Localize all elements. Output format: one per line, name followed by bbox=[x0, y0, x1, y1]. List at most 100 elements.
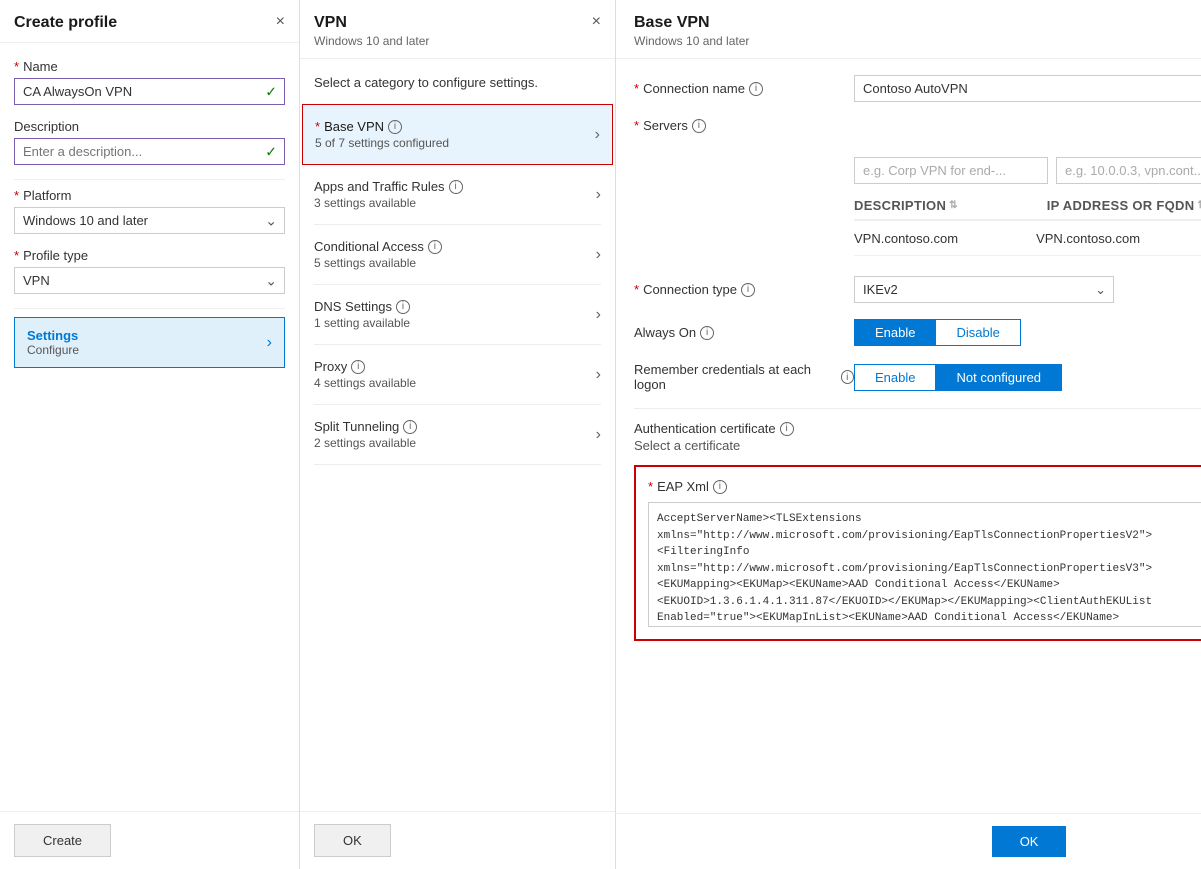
apps-traffic-info-icon[interactable]: i bbox=[449, 180, 463, 194]
connection-type-info-icon[interactable]: i bbox=[741, 283, 755, 297]
ip-fqdn-col-header: IP address or FQDN ⇅ bbox=[1047, 198, 1201, 213]
right-ok-button[interactable]: OK bbox=[992, 826, 1067, 857]
dns-settings-info-icon[interactable]: i bbox=[396, 300, 410, 314]
settings-item[interactable]: Settings Configure › bbox=[14, 317, 285, 368]
left-panel-title: Create profile bbox=[14, 14, 117, 32]
servers-row: * Servers i Import Export True False bbox=[634, 118, 1201, 256]
description-group: Description ✓ bbox=[14, 119, 285, 165]
dns-settings-chevron-icon: › bbox=[596, 306, 601, 324]
split-tunneling-chevron-icon: › bbox=[596, 426, 601, 444]
always-on-info-icon[interactable]: i bbox=[700, 326, 714, 340]
left-panel-footer: Create bbox=[0, 811, 299, 869]
profile-type-select[interactable]: VPN bbox=[14, 267, 285, 294]
base-vpn-chevron-icon: › bbox=[595, 126, 600, 144]
left-panel-body: * Name ✓ Description ✓ * Platform bbox=[0, 43, 299, 811]
split-tunneling-info-icon[interactable]: i bbox=[403, 420, 417, 434]
auth-cert-row: Authentication certificate i Select a ce… bbox=[634, 408, 1201, 465]
connection-name-info-icon[interactable]: i bbox=[749, 82, 763, 96]
mid-panel-close[interactable]: × bbox=[592, 14, 601, 30]
eap-xml-input[interactable]: AcceptServerName><TLSExtensions xmlns="h… bbox=[649, 503, 1201, 623]
remember-creds-label: Remember credentials at each logon i bbox=[634, 362, 854, 392]
divider-2 bbox=[14, 308, 285, 309]
profile-type-select-wrapper: VPN bbox=[14, 267, 285, 294]
left-panel-close[interactable]: × bbox=[276, 14, 285, 30]
servers-table-header: Description ⇅ IP address or FQDN ⇅ Defau… bbox=[854, 192, 1201, 221]
always-on-label: Always On i bbox=[634, 325, 854, 340]
always-on-toggle-group: Enable Disable bbox=[854, 319, 1021, 346]
servers-info-icon[interactable]: i bbox=[692, 119, 706, 133]
remember-creds-toggle-group: Enable Not configured bbox=[854, 364, 1062, 391]
right-panel-footer: OK bbox=[616, 813, 1201, 869]
settings-chevron-icon: › bbox=[267, 334, 272, 352]
connection-type-label: * Connection type i bbox=[634, 282, 854, 297]
description-input-wrapper: ✓ bbox=[14, 138, 285, 165]
platform-group: * Platform Windows 10 and later bbox=[14, 188, 285, 234]
auth-cert-info-icon[interactable]: i bbox=[780, 422, 794, 436]
category-item-split-tunneling[interactable]: Split Tunneling i 2 settings available › bbox=[314, 405, 601, 465]
platform-label: * Platform bbox=[14, 188, 285, 203]
proxy-chevron-icon: › bbox=[596, 366, 601, 384]
profile-type-group: * Profile type VPN bbox=[14, 248, 285, 294]
profile-type-label: * Profile type bbox=[14, 248, 285, 263]
connection-name-row: * Connection name i bbox=[634, 75, 1201, 102]
name-input[interactable] bbox=[14, 78, 285, 105]
base-vpn-panel: Base VPN Windows 10 and later ⬜ × * Conn… bbox=[616, 0, 1201, 869]
divider-1 bbox=[14, 179, 285, 180]
table-row: VPN.contoso.com VPN.contoso.com true ··· bbox=[854, 221, 1201, 256]
category-intro: Select a category to configure settings. bbox=[314, 75, 601, 90]
servers-actions: Import Export bbox=[854, 118, 1201, 147]
remember-enable-button[interactable]: Enable bbox=[854, 364, 935, 391]
remember-creds-info-icon[interactable]: i bbox=[841, 370, 854, 384]
always-on-row: Always On i Enable Disable bbox=[634, 319, 1201, 346]
name-check-icon: ✓ bbox=[265, 83, 277, 100]
connection-name-label: * Connection name i bbox=[634, 81, 854, 96]
right-panel-body: * Connection name i * Servers i Import E… bbox=[616, 59, 1201, 813]
servers-label: * Servers i bbox=[634, 118, 854, 133]
always-on-disable-button[interactable]: Disable bbox=[935, 319, 1020, 346]
description-input[interactable] bbox=[854, 157, 1048, 184]
base-vpn-info-icon[interactable]: i bbox=[388, 120, 402, 134]
mid-panel-footer: OK bbox=[300, 811, 615, 869]
remember-not-configured-button[interactable]: Not configured bbox=[935, 364, 1062, 391]
description-sort-icon[interactable]: ⇅ bbox=[949, 200, 958, 211]
ip-fqdn-input[interactable] bbox=[1056, 157, 1201, 184]
right-panel-header: Base VPN Windows 10 and later ⬜ × bbox=[616, 0, 1201, 59]
conditional-access-chevron-icon: › bbox=[596, 246, 601, 264]
platform-select[interactable]: Windows 10 and later bbox=[14, 207, 285, 234]
eap-xml-info-icon[interactable]: i bbox=[713, 480, 727, 494]
server-input-row: True False Add bbox=[854, 157, 1201, 184]
left-panel-header: Create profile × bbox=[0, 0, 299, 43]
vpn-panel: VPN Windows 10 and later × Select a cate… bbox=[300, 0, 616, 869]
eap-xml-label: * EAP Xml i bbox=[648, 479, 1201, 494]
always-on-enable-button[interactable]: Enable bbox=[854, 319, 935, 346]
auth-cert-value: Select a certificate bbox=[634, 438, 794, 453]
platform-select-wrapper: Windows 10 and later bbox=[14, 207, 285, 234]
remember-creds-row: Remember credentials at each logon i Ena… bbox=[634, 362, 1201, 392]
connection-type-row: * Connection type i IKEv2 bbox=[634, 276, 1201, 303]
category-item-proxy[interactable]: Proxy i 4 settings available › bbox=[314, 345, 601, 405]
name-group: * Name ✓ bbox=[14, 59, 285, 105]
auth-cert-label: Authentication certificate i bbox=[634, 421, 794, 436]
category-item-dns-settings[interactable]: DNS Settings i 1 setting available › bbox=[314, 285, 601, 345]
proxy-info-icon[interactable]: i bbox=[351, 360, 365, 374]
connection-name-input[interactable] bbox=[854, 75, 1201, 102]
category-item-apps-traffic[interactable]: Apps and Traffic Rules i 3 settings avai… bbox=[314, 165, 601, 225]
name-input-wrapper: ✓ bbox=[14, 78, 285, 105]
name-label: * Name bbox=[14, 59, 285, 74]
category-item-conditional-access[interactable]: Conditional Access i 5 settings availabl… bbox=[314, 225, 601, 285]
mid-panel-header: VPN Windows 10 and later × bbox=[300, 0, 615, 59]
mid-panel-body: Select a category to configure settings.… bbox=[300, 59, 615, 811]
create-button[interactable]: Create bbox=[14, 824, 111, 857]
description-col-header: Description ⇅ bbox=[854, 198, 1039, 213]
category-item-base-vpn[interactable]: * Base VPN i 5 of 7 settings configured … bbox=[302, 104, 613, 165]
apps-traffic-chevron-icon: › bbox=[596, 186, 601, 204]
eap-xml-section: * EAP Xml i AcceptServerName><TLSExtensi… bbox=[634, 465, 1201, 641]
connection-type-select[interactable]: IKEv2 bbox=[854, 276, 1114, 303]
description-input[interactable] bbox=[14, 138, 285, 165]
mid-ok-button[interactable]: OK bbox=[314, 824, 391, 857]
description-check-icon: ✓ bbox=[265, 143, 277, 160]
eap-textarea-wrapper: AcceptServerName><TLSExtensions xmlns="h… bbox=[648, 502, 1201, 627]
ip-fqdn-sort-icon[interactable]: ⇅ bbox=[1197, 200, 1201, 211]
conditional-access-info-icon[interactable]: i bbox=[428, 240, 442, 254]
description-label: Description bbox=[14, 119, 285, 134]
